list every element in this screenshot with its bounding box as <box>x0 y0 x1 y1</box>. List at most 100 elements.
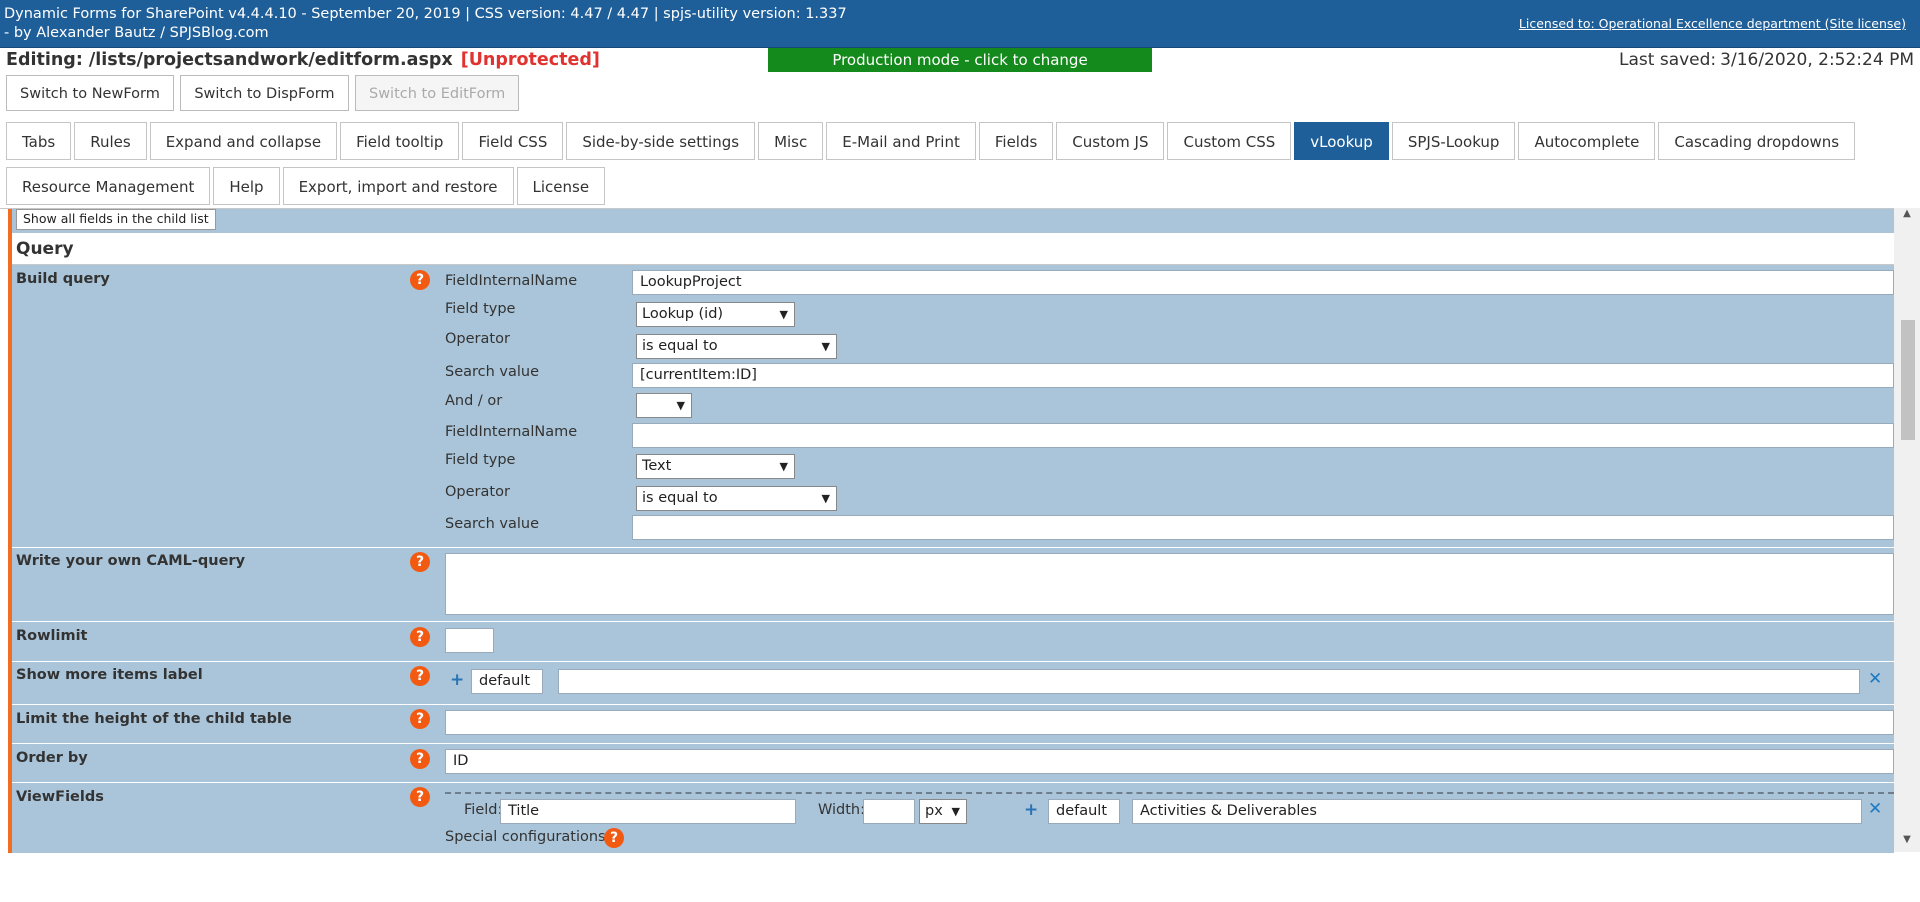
viewfield-width-input[interactable] <box>863 799 915 824</box>
field-internal-name-input-2[interactable] <box>632 423 1894 448</box>
add-language-icon[interactable]: + <box>1024 800 1038 820</box>
field-type-value-1: Lookup (id) <box>642 306 724 322</box>
version-info: Dynamic Forms for SharePoint v4.4.4.10 -… <box>4 5 847 43</box>
top-banner: Dynamic Forms for SharePoint v4.4.4.10 -… <box>0 0 1920 48</box>
viewfields-divider <box>445 792 1894 794</box>
operator-select-1[interactable]: is equal to ▼ <box>636 334 837 359</box>
tab-field-css[interactable]: Field CSS <box>462 122 564 160</box>
viewfield-display-name-input[interactable]: Activities & Deliverables <box>1132 799 1862 824</box>
row-divider <box>12 704 1894 705</box>
version-line: Dynamic Forms for SharePoint v4.4.4.10 -… <box>4 6 847 22</box>
limit-height-input[interactable] <box>445 710 1894 735</box>
remove-icon[interactable]: ✕ <box>1868 799 1882 819</box>
row-divider <box>12 782 1894 783</box>
show-more-label-title: Show more items label <box>16 667 203 683</box>
tab-export-import-restore[interactable]: Export, import and restore <box>282 167 514 205</box>
last-saved-value: 3/16/2020, 2:52:24 PM <box>1720 50 1914 70</box>
scroll-down-icon[interactable]: ▼ <box>1894 834 1920 852</box>
tab-fields[interactable]: Fields <box>978 122 1054 160</box>
special-configurations-label: Special configurations <box>445 829 606 845</box>
viewfield-unit-value: px <box>925 803 943 819</box>
limit-height-title: Limit the height of the child table <box>16 711 292 727</box>
tab-custom-js[interactable]: Custom JS <box>1056 122 1165 160</box>
search-value-input-1[interactable]: [currentItem:ID] <box>632 363 1894 388</box>
search-value-input-2[interactable] <box>632 515 1894 540</box>
help-icon[interactable]: ? <box>410 552 430 572</box>
help-icon[interactable]: ? <box>410 787 430 807</box>
license-link[interactable]: Licensed to: Operational Excellence depa… <box>1519 16 1906 31</box>
tab-spjs-lookup[interactable]: SPJS-Lookup <box>1391 122 1516 160</box>
build-query-title: Build query <box>16 271 110 287</box>
show-more-label-input[interactable] <box>558 669 1860 694</box>
viewfields-title: ViewFields <box>16 789 104 805</box>
rowlimit-title: Rowlimit <box>16 628 88 644</box>
order-by-input[interactable]: ID <box>445 749 1894 774</box>
language-input[interactable]: default <box>471 669 543 694</box>
row-divider <box>12 621 1894 622</box>
row-divider <box>12 547 1894 548</box>
and-or-label: And / or <box>445 393 503 409</box>
scrollbar-thumb[interactable] <box>1901 320 1915 440</box>
row-divider <box>12 661 1894 662</box>
viewfield-language-input[interactable]: default <box>1048 799 1120 824</box>
viewfield-field-input[interactable]: Title <box>500 799 796 824</box>
help-icon[interactable]: ? <box>410 627 430 647</box>
dropdown-arrow-icon: ▼ <box>951 805 960 818</box>
tab-custom-css[interactable]: Custom CSS <box>1167 122 1292 160</box>
tab-side-by-side-settings[interactable]: Side-by-side settings <box>566 122 756 160</box>
operator-select-2[interactable]: is equal to ▼ <box>636 486 837 511</box>
tab-autocomplete[interactable]: Autocomplete <box>1518 122 1656 160</box>
operator-value-1: is equal to <box>642 338 718 354</box>
help-icon[interactable]: ? <box>604 828 624 848</box>
field-type-select-1[interactable]: Lookup (id) ▼ <box>636 302 795 327</box>
field-type-select-2[interactable]: Text ▼ <box>636 454 795 479</box>
viewfield-unit-select[interactable]: px ▼ <box>919 799 967 824</box>
dropdown-arrow-icon: ▼ <box>821 492 830 505</box>
rowlimit-input[interactable] <box>445 628 494 653</box>
tab-tabs[interactable]: Tabs <box>6 122 72 160</box>
operator-label: Operator <box>445 484 510 500</box>
search-value-label: Search value <box>445 516 540 532</box>
tab-resource-management[interactable]: Resource Management <box>6 167 211 205</box>
tab-expand-and-collapse[interactable]: Expand and collapse <box>149 122 338 160</box>
tab-license[interactable]: License <box>516 167 606 205</box>
field-internal-name-input-1[interactable]: LookupProject <box>632 270 1894 295</box>
settings-tabs: Tabs Rules Expand and collapse Field toolti… <box>6 122 1886 212</box>
field-type-label: Field type <box>445 452 516 468</box>
add-language-icon[interactable]: + <box>450 670 464 690</box>
help-icon[interactable]: ? <box>410 270 430 290</box>
form-path: Editing: /lists/projectsandwork/editform… <box>6 50 453 70</box>
tab-field-tooltip[interactable]: Field tooltip <box>340 122 460 160</box>
scroll-up-icon[interactable]: ▲ <box>1894 208 1920 226</box>
author-line: - by Alexander Bautz / SPJSBlog.com <box>4 25 269 41</box>
remove-icon[interactable]: ✕ <box>1868 669 1882 689</box>
switch-to-newform-button[interactable]: Switch to NewForm <box>6 75 174 111</box>
tab-cascading-dropdowns[interactable]: Cascading dropdowns <box>1658 122 1856 160</box>
viewfield-width-label: Width: <box>818 802 866 818</box>
query-heading: Query <box>16 239 74 259</box>
production-mode-button[interactable]: Production mode - click to change <box>768 48 1152 72</box>
switch-to-editform-button: Switch to EditForm <box>354 75 520 111</box>
and-or-select[interactable]: ▼ <box>636 393 692 418</box>
unprotected-badge: [Unprotected] <box>460 50 600 70</box>
switch-to-dispform-button[interactable]: Switch to DispForm <box>180 75 349 111</box>
switch-form-buttons: Switch to NewForm Switch to DispForm Swi… <box>6 75 521 111</box>
tab-rules[interactable]: Rules <box>74 122 147 160</box>
dropdown-arrow-icon: ▼ <box>676 399 685 412</box>
show-all-fields-button[interactable]: Show all fields in the child list <box>16 209 216 230</box>
vertical-scrollbar[interactable]: ▲ ▼ <box>1894 208 1920 852</box>
help-icon[interactable]: ? <box>410 709 430 729</box>
field-internal-name-label: FieldInternalName <box>445 273 578 289</box>
field-internal-name-label: FieldInternalName <box>445 424 578 440</box>
help-icon[interactable]: ? <box>410 666 430 686</box>
help-icon[interactable]: ? <box>410 749 430 769</box>
search-value-label: Search value <box>445 364 540 380</box>
tab-email-and-print[interactable]: E-Mail and Print <box>826 122 976 160</box>
caml-query-title: Write your own CAML-query <box>16 553 246 569</box>
tab-vlookup[interactable]: vLookup <box>1294 122 1389 160</box>
tab-misc[interactable]: Misc <box>758 122 824 160</box>
tab-help[interactable]: Help <box>213 167 280 205</box>
field-type-label: Field type <box>445 301 516 317</box>
caml-query-textarea[interactable] <box>445 553 1894 615</box>
field-type-value-2: Text <box>642 458 672 474</box>
